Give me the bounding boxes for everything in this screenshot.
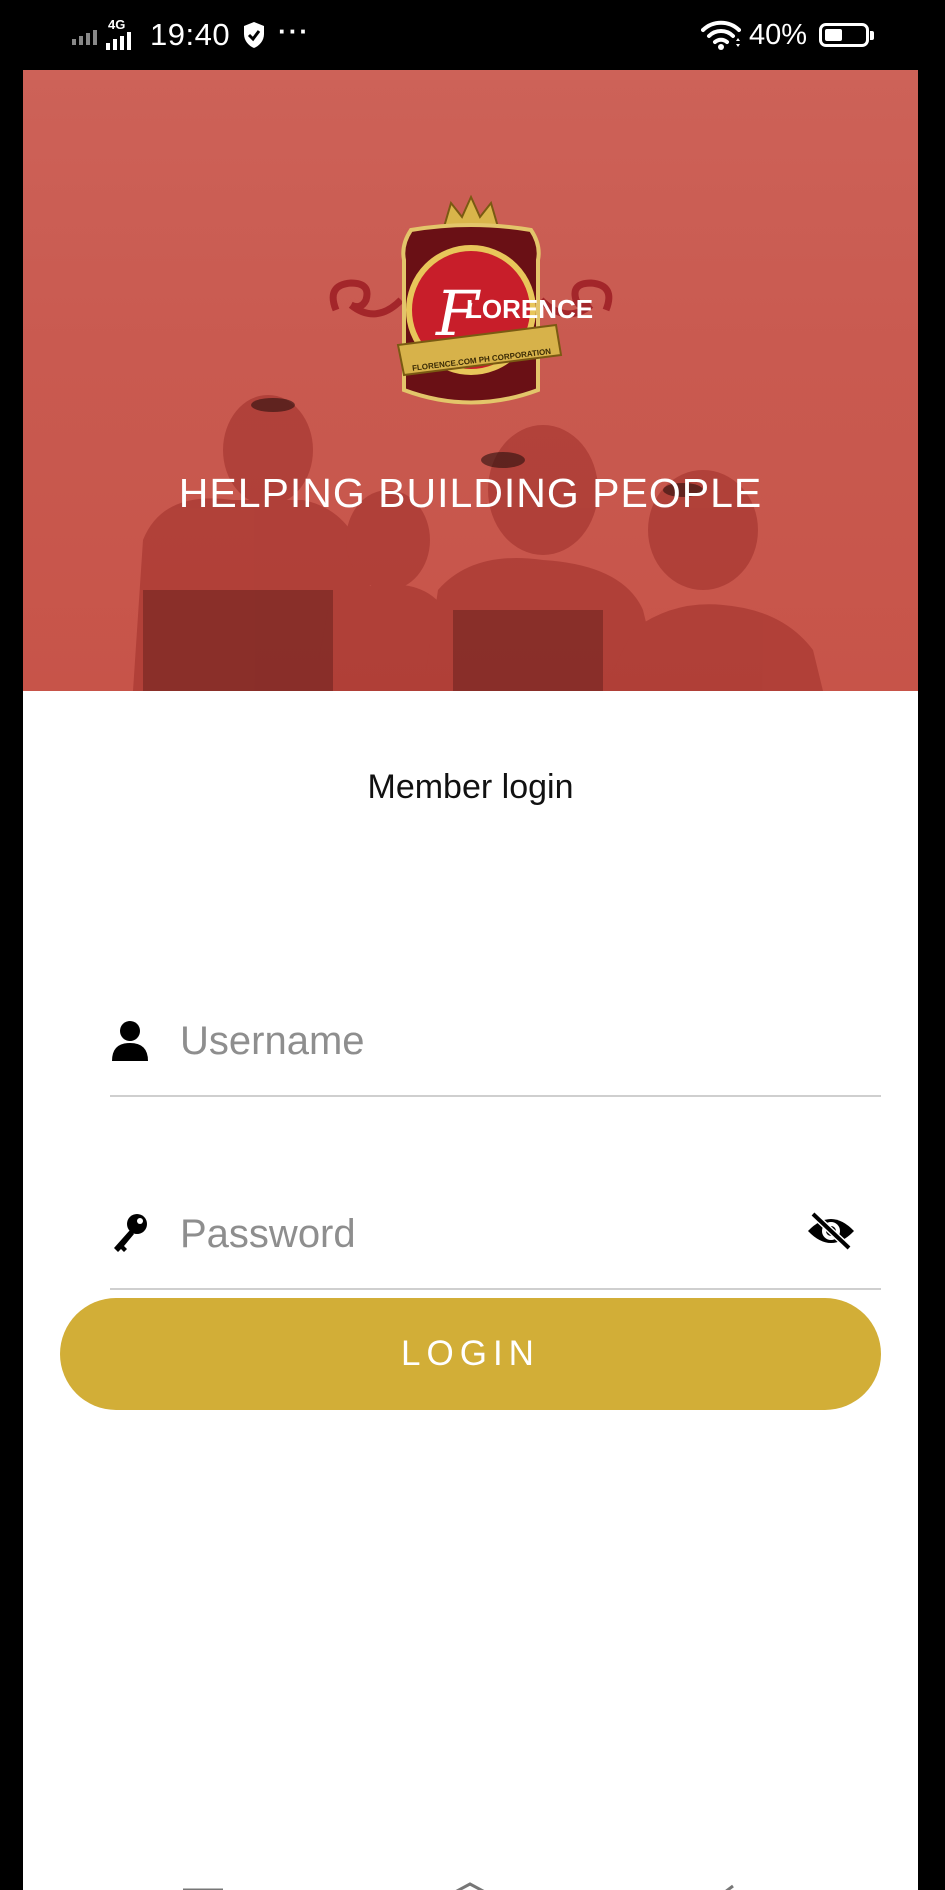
more-notifications: ··· bbox=[278, 16, 311, 46]
signal-sim1-icon bbox=[72, 25, 100, 45]
user-icon bbox=[112, 1021, 148, 1061]
signal-sim2-icon: 4G bbox=[106, 17, 140, 50]
password-input[interactable] bbox=[178, 1198, 762, 1270]
system-nav-bar bbox=[23, 1850, 918, 1890]
back-icon[interactable] bbox=[713, 1878, 773, 1890]
password-field bbox=[110, 1178, 881, 1290]
status-right: 40% bbox=[700, 12, 874, 58]
login-title: Member login bbox=[367, 768, 574, 806]
logo-wordmark: LORENCE bbox=[466, 294, 593, 324]
hero-tagline: HELPING BUILDING PEOPLE bbox=[178, 470, 763, 516]
battery-icon bbox=[819, 23, 874, 47]
login-button[interactable]: LOGIN bbox=[60, 1298, 881, 1410]
status-bar: 4G 19:40 ··· 40% bbox=[0, 0, 945, 70]
hero-banner: F LORENCE FLORENCE.COM PH CORPORATION HE… bbox=[23, 70, 918, 691]
app-screen: F LORENCE FLORENCE.COM PH CORPORATION HE… bbox=[23, 70, 918, 1890]
clock: 19:40 bbox=[150, 17, 231, 52]
network-type: 4G bbox=[108, 17, 126, 32]
home-icon[interactable] bbox=[438, 1878, 502, 1890]
menu-icon[interactable] bbox=[173, 1878, 233, 1890]
battery-percent: 40% bbox=[748, 18, 807, 51]
wifi-icon bbox=[700, 20, 741, 50]
key-icon bbox=[114, 1214, 147, 1252]
florence-logo: F LORENCE FLORENCE.COM PH CORPORATION bbox=[329, 194, 613, 405]
eye-slash-icon[interactable] bbox=[805, 1210, 857, 1252]
username-input[interactable] bbox=[178, 1005, 762, 1077]
username-field bbox=[110, 985, 881, 1097]
status-left: 4G 19:40 ··· bbox=[72, 12, 310, 58]
shield-icon bbox=[244, 22, 265, 48]
